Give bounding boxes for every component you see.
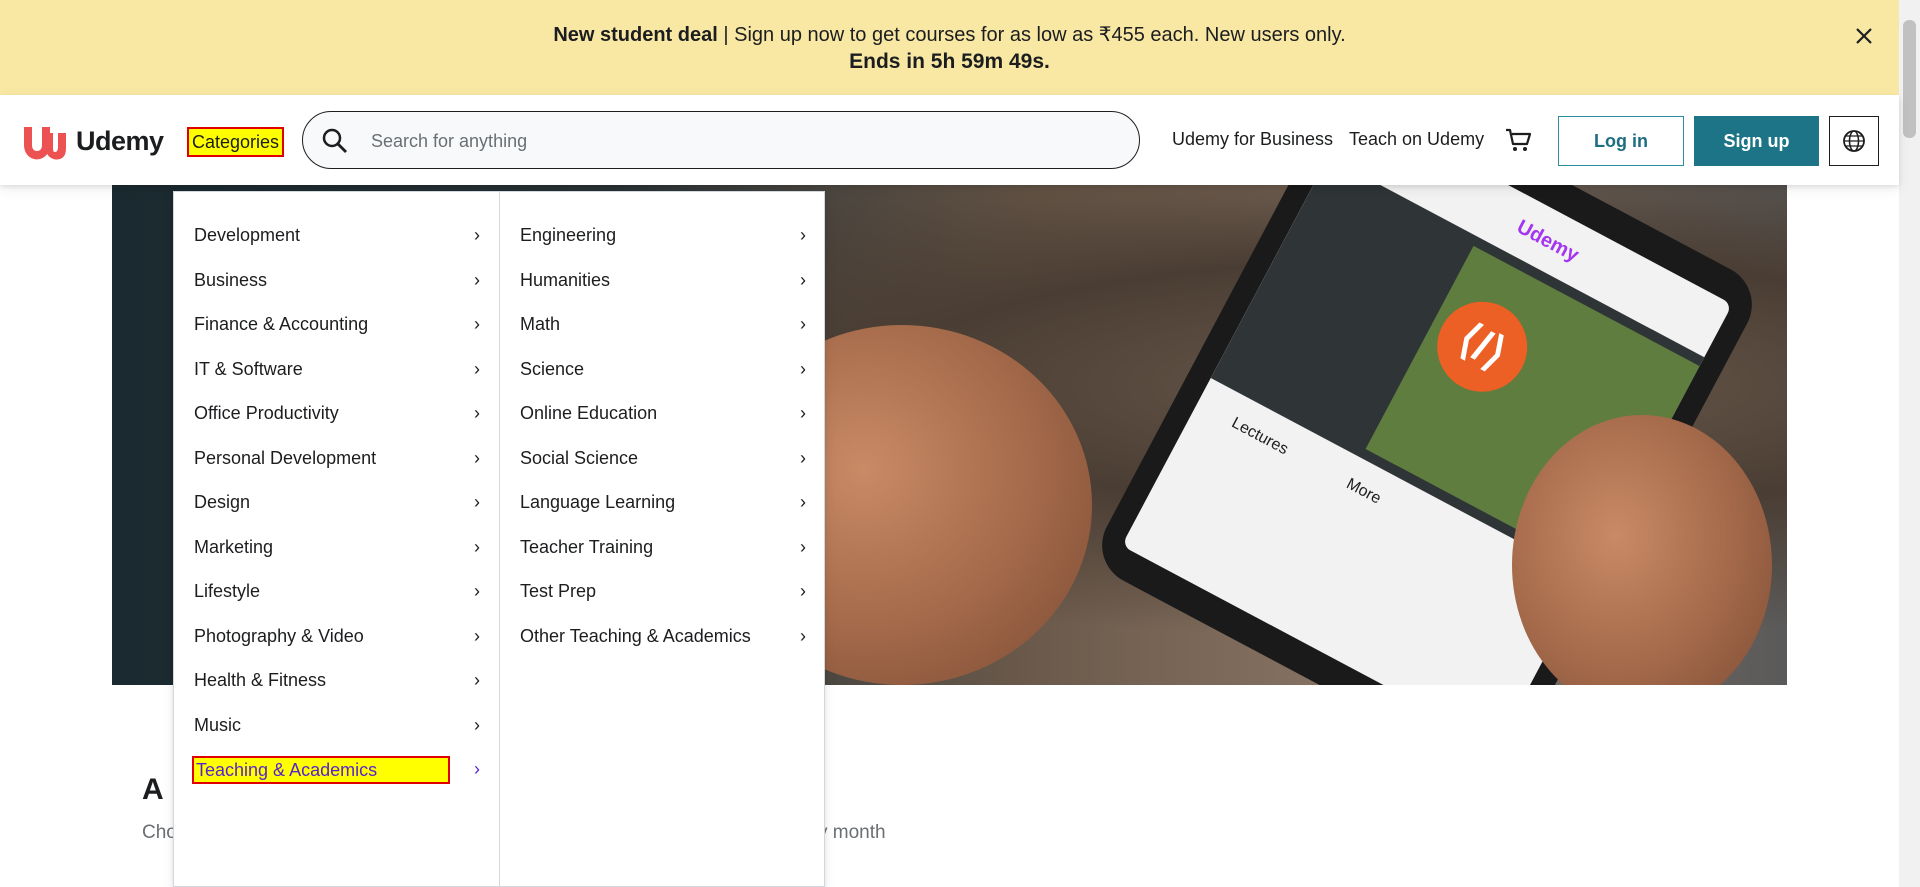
subcategory-item-social-science[interactable]: Social Science › [520,443,806,473]
chevron-right-icon: › [800,314,806,334]
hero-phone-tab-lectures: Lectures [1228,414,1291,459]
chevron-right-icon: › [474,492,480,512]
category-item-personal-development[interactable]: Personal Development › [194,443,480,473]
section-subtitle-left: Cho [142,822,177,843]
search-bar [302,111,1140,169]
subcategory-item-other-teaching-academics[interactable]: Other Teaching & Academics › [520,621,806,651]
category-item-design[interactable]: Design › [194,487,480,517]
subcategory-item-science[interactable]: Science › [520,354,806,384]
subcategory-item-engineering[interactable]: Engineering › [520,220,806,250]
chevron-right-icon: › [474,359,480,379]
subcategory-item-math[interactable]: Math › [520,309,806,339]
chevron-right-icon: › [474,759,480,779]
category-item-health-fitness[interactable]: Health & Fitness › [194,665,480,695]
hero-phone-brand: Udemy [1513,215,1583,267]
chevron-right-icon: › [474,270,480,290]
page-scrollbar[interactable] [1899,0,1920,887]
subcategory-item-online-education[interactable]: Online Education › [520,398,806,428]
category-item-development[interactable]: Development › [194,220,480,250]
chevron-right-icon: › [800,448,806,468]
chevron-right-icon: › [474,314,480,334]
udemy-logo-text: Udemy [76,125,164,156]
close-icon[interactable] [1850,22,1878,50]
category-item-lifestyle[interactable]: Lifestyle › [194,576,480,606]
signup-button[interactable]: Sign up [1694,116,1819,166]
chevron-right-icon: › [474,670,480,690]
chevron-right-icon: › [474,626,480,646]
udemy-for-business-link[interactable]: Udemy for Business [1172,129,1333,150]
chevron-right-icon: › [474,537,480,557]
category-item-marketing[interactable]: Marketing › [194,532,480,562]
category-item-business[interactable]: Business › [194,265,480,295]
category-item-teaching-academics[interactable]: Teaching & Academics › [192,754,480,784]
category-item-music[interactable]: Music › [194,710,480,740]
category-item-finance-accounting[interactable]: Finance & Accounting › [194,309,480,339]
chevron-right-icon: › [474,448,480,468]
site-header: Udemy Categories Udemy for Business Teac… [0,95,1899,185]
scrollbar-thumb[interactable] [1903,20,1916,138]
category-item-photography-video[interactable]: Photography & Video › [194,621,480,651]
udemy-logo-icon [24,127,66,160]
categories-dropdown: Development › Business › Finance & Account… [173,191,825,887]
promo-countdown: Ends in 5h 59m 49s. [849,50,1050,73]
chevron-right-icon: › [474,581,480,601]
chevron-right-icon: › [474,403,480,423]
chevron-right-icon: › [800,403,806,423]
teach-on-udemy-link[interactable]: Teach on Udemy [1349,129,1484,150]
cart-icon[interactable] [1503,125,1533,155]
section-subtitle-right: y month [818,822,886,843]
section-title: A [142,773,164,806]
search-icon[interactable] [321,127,349,155]
promo-deal-text: | Sign up now to get courses for as low … [717,24,1346,46]
language-button[interactable] [1829,116,1879,166]
chevron-right-icon: › [800,270,806,290]
chevron-right-icon: › [800,492,806,512]
chevron-right-icon: › [474,225,480,245]
udemy-logo[interactable]: Udemy [18,119,164,163]
subcategories-column: Engineering › Humanities › Math › Science › … [500,192,826,886]
chevron-right-icon: › [800,537,806,557]
categories-column: Development › Business › Finance & Account… [174,192,500,886]
login-button[interactable]: Log in [1558,116,1684,166]
category-item-it-software[interactable]: IT & Software › [194,354,480,384]
promo-message: New student deal | Sign up now to get co… [0,22,1899,47]
category-item-office-productivity[interactable]: Office Productivity › [194,398,480,428]
chevron-right-icon: › [474,715,480,735]
categories-menu-trigger[interactable]: Categories [187,127,285,157]
globe-icon [1843,130,1865,152]
promo-deal-title: New student deal [553,24,718,46]
promo-banner: New student deal | Sign up now to get co… [0,0,1899,95]
chevron-right-icon: › [800,359,806,379]
hero-phone-tab-more: More [1343,475,1384,508]
chevron-right-icon: › [800,581,806,601]
subcategory-item-teacher-training[interactable]: Teacher Training › [520,532,806,562]
search-input[interactable] [369,120,1113,162]
chevron-right-icon: › [800,225,806,245]
chevron-right-icon: › [800,626,806,646]
subcategory-item-humanities[interactable]: Humanities › [520,265,806,295]
subcategory-item-language-learning[interactable]: Language Learning › [520,487,806,517]
subcategory-item-test-prep[interactable]: Test Prep › [520,576,806,606]
